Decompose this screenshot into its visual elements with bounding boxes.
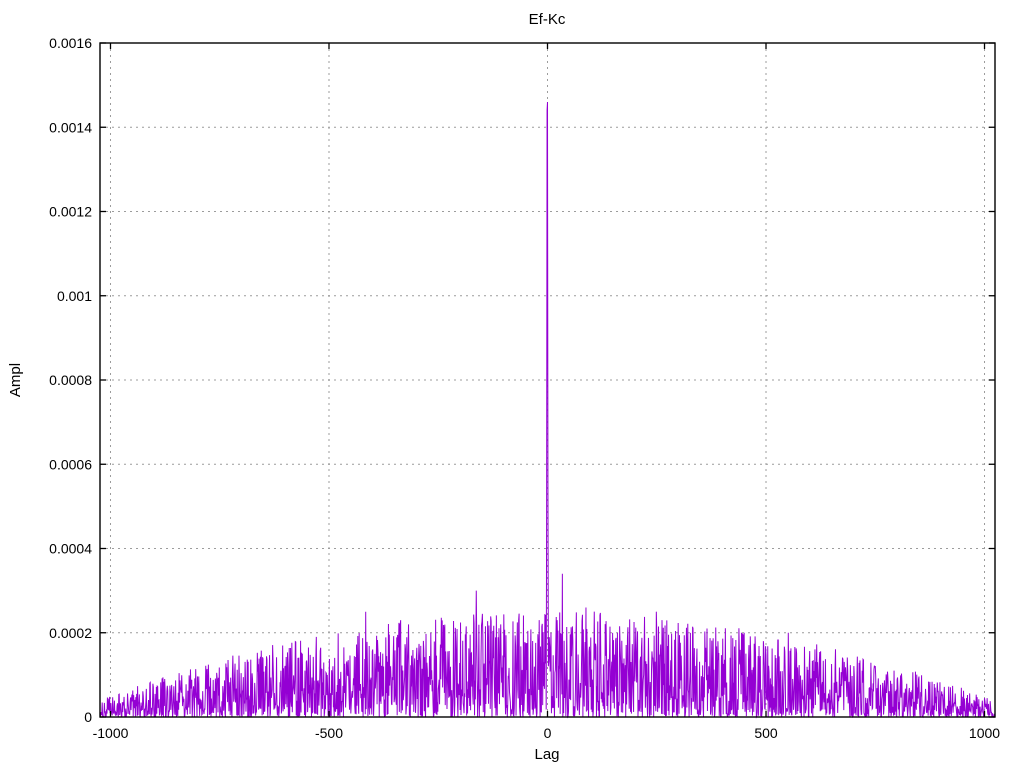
x-tick-label: 0 <box>544 725 552 741</box>
chart-title: Ef-Kc <box>529 11 566 28</box>
x-tick-label: -500 <box>315 725 343 741</box>
x-tick-label: -1000 <box>93 725 129 741</box>
y-axis-label: Ampl <box>7 363 24 397</box>
x-tick-label: 1000 <box>969 725 1000 741</box>
correlation-trace <box>99 101 996 719</box>
y-tick-label: 0 <box>84 709 92 725</box>
y-tick-label: 0.0008 <box>49 372 92 388</box>
plot-window: -1000 -500 0 500 1000 0 0.0002 0.0004 0.0006 0.00… <box>0 0 1024 768</box>
y-tick-label: 0.0014 <box>49 119 92 135</box>
y-tick-label: 0.0002 <box>49 625 92 641</box>
y-tick-label: 0.0004 <box>49 541 92 557</box>
x-tick-label: 500 <box>754 725 778 741</box>
correlation-chart: -1000 -500 0 500 1000 0 0.0002 0.0004 0.0006 0.00… <box>7 11 1000 763</box>
y-tick-label: 0.001 <box>57 288 92 304</box>
tick-labels: -1000 -500 0 500 1000 0 0.0002 0.0004 0.0006 0.00… <box>49 35 1000 741</box>
y-tick-label: 0.0012 <box>49 204 92 220</box>
y-tick-label: 0.0006 <box>49 456 92 472</box>
x-axis-label: Lag <box>534 746 559 763</box>
y-tick-label: 0.0016 <box>49 35 92 51</box>
data-series <box>99 101 996 719</box>
